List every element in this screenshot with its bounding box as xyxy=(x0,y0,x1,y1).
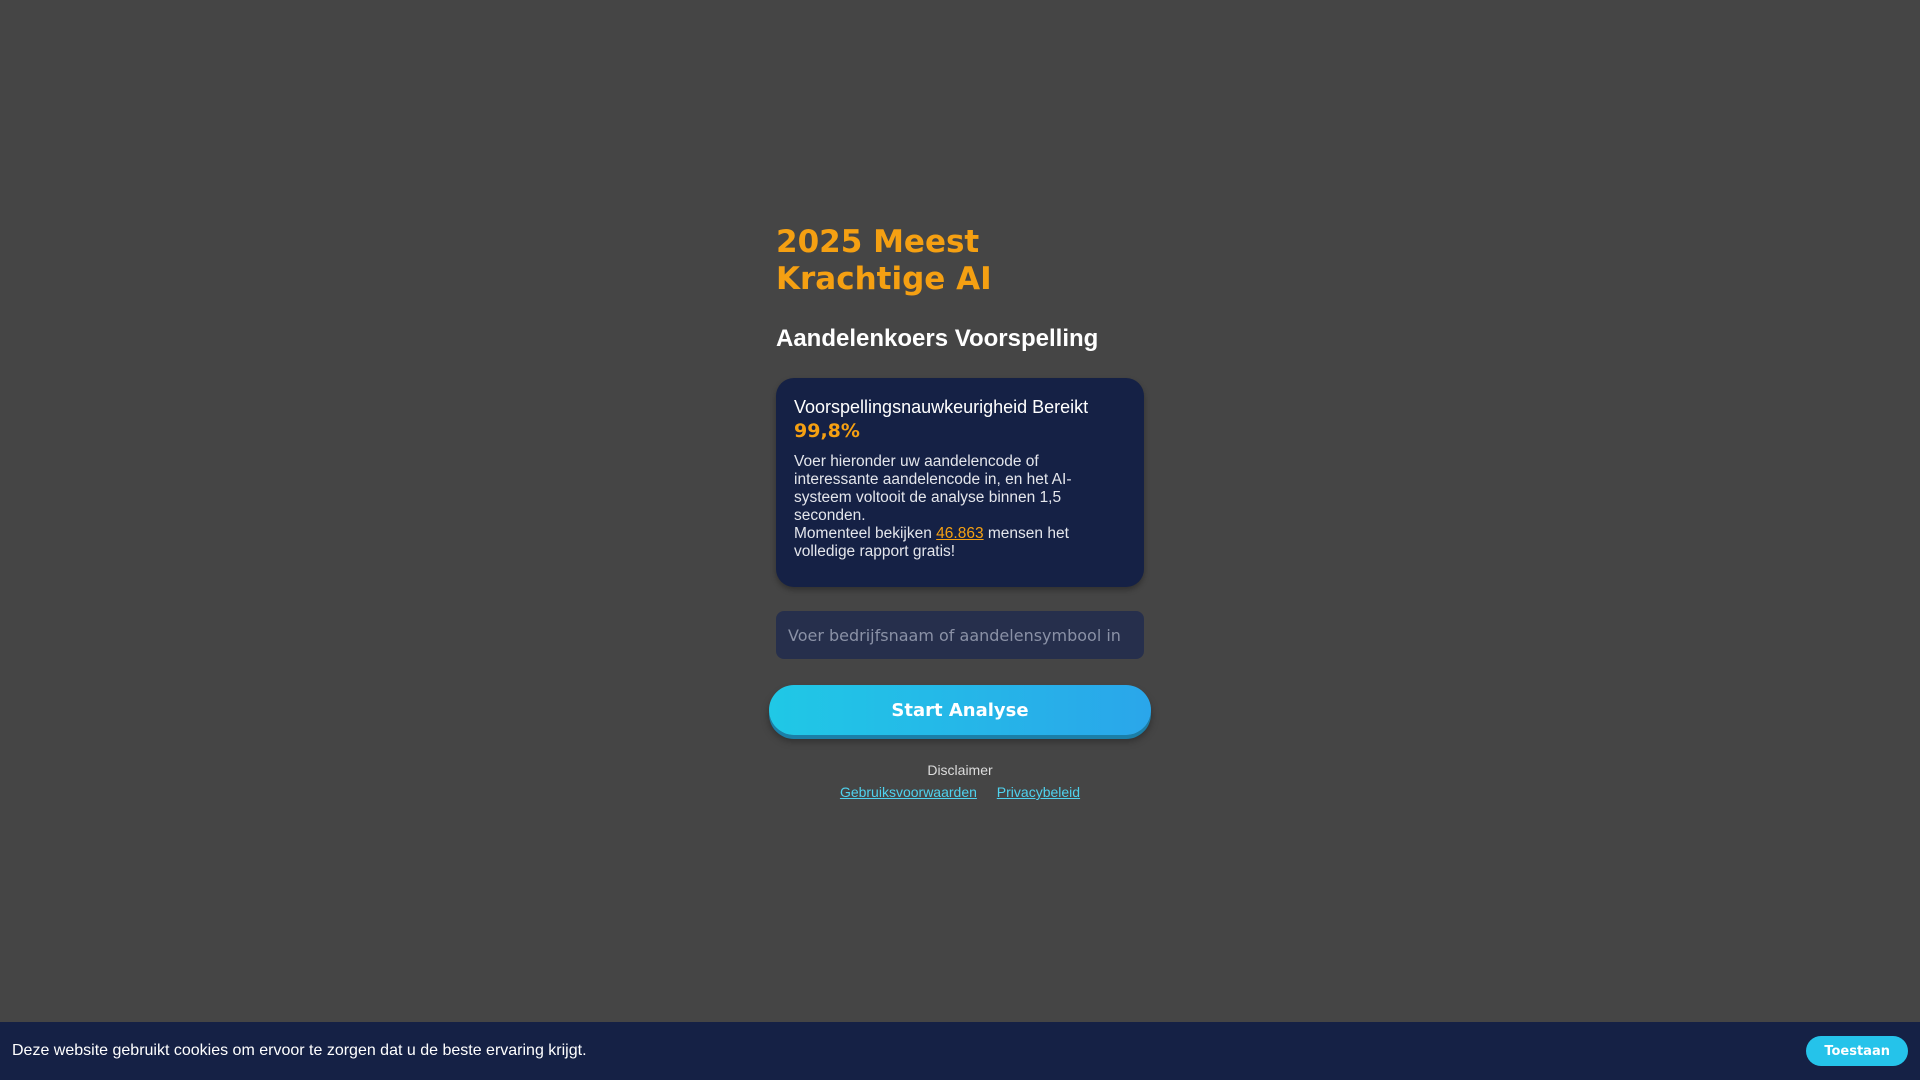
card-description-block: Voer hieronder uw aandelencode of intere… xyxy=(794,453,1126,561)
viewers-line: Momenteel bekijken 46.863 mensen het vol… xyxy=(794,525,1126,561)
accuracy-value: 99,8% xyxy=(794,420,860,442)
page: 2025 Meest Krachtige AI Aandelenkoers Vo… xyxy=(0,0,1920,1080)
start-analysis-button[interactable]: Start Analyse xyxy=(769,685,1151,735)
card-description: Voer hieronder uw aandelencode of intere… xyxy=(794,453,1072,524)
cookie-banner: Deze website gebruikt cookies om ervoor … xyxy=(0,1022,1920,1080)
card-heading: Voorspellingsnauwkeurigheid Bereikt xyxy=(794,397,1089,417)
viewers-prefix: Momenteel bekijken xyxy=(794,525,937,542)
stock-search-input[interactable] xyxy=(776,611,1144,659)
cookie-message: Deze website gebruikt cookies om ervoor … xyxy=(12,1042,587,1059)
accuracy-card: Voorspellingsnauwkeurigheid Bereikt 99,8… xyxy=(776,378,1144,587)
legal-links-row: Gebruiksvoorwaarden Privacybeleid xyxy=(776,783,1144,801)
terms-link[interactable]: Gebruiksvoorwaarden xyxy=(840,784,977,800)
main-column: 2025 Meest Krachtige AI Aandelenkoers Vo… xyxy=(769,224,1151,801)
cookie-accept-button[interactable]: Toestaan xyxy=(1806,1036,1908,1066)
hero-title: 2025 Meest Krachtige AI xyxy=(776,224,992,297)
viewers-count-link[interactable]: 46.863 xyxy=(936,525,983,542)
disclaimer-label: Disclaimer xyxy=(927,762,993,778)
footer-links: Disclaimer Gebruiksvoorwaarden Privacybe… xyxy=(776,761,1144,801)
privacy-link[interactable]: Privacybeleid xyxy=(997,784,1080,800)
hero-subtitle: Aandelenkoers Voorspelling xyxy=(776,325,1099,352)
